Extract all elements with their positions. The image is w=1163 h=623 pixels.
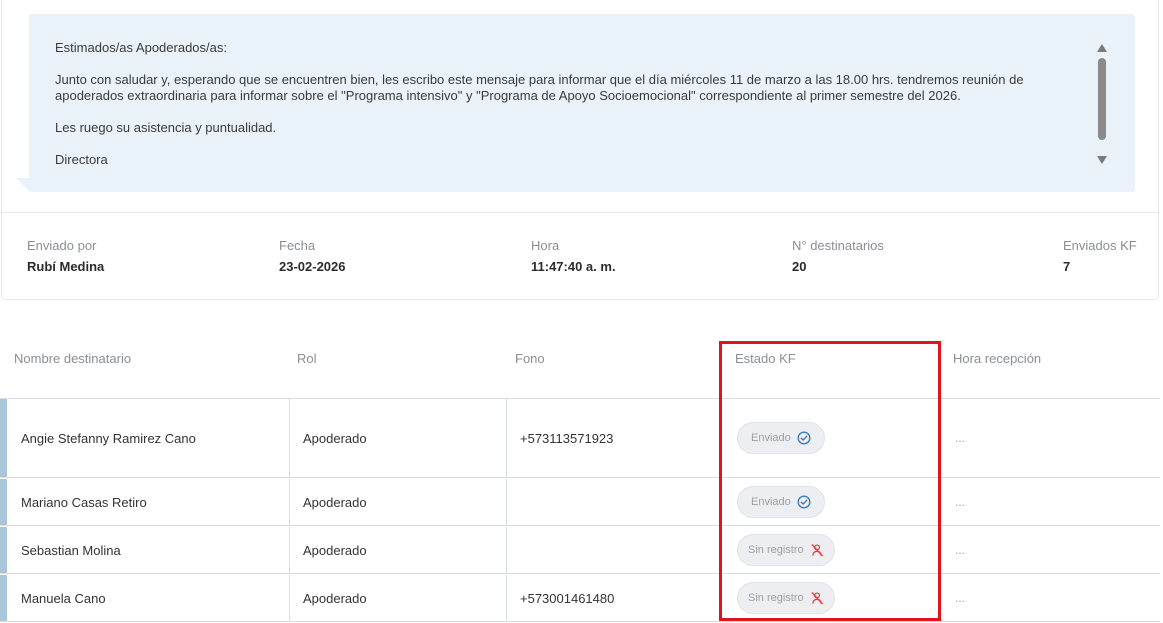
meta-time: Hora 11:47:40 a. m.	[531, 238, 616, 275]
status-cell: Enviado	[737, 399, 825, 477]
meta-recipients: N° destinatarios 20	[792, 238, 884, 275]
status-cell: Sin registro	[737, 527, 835, 573]
check-circle-icon	[797, 431, 811, 445]
column-divider	[289, 399, 290, 477]
meta-label: Fecha	[279, 238, 316, 253]
scroll-up-icon[interactable]	[1097, 44, 1107, 52]
received-time: ...	[955, 495, 966, 509]
header-status[interactable]: Estado KF	[735, 351, 796, 366]
status-cell: Enviado	[737, 479, 825, 525]
message-greeting: Estimados/as Apoderados/as:	[55, 40, 227, 55]
header-role[interactable]: Rol	[297, 351, 317, 366]
message-signature: Directora	[55, 152, 108, 167]
meta-label: N° destinatarios	[792, 238, 884, 253]
meta-sent-by: Enviado por Rubí Medina	[27, 238, 104, 275]
received-time: ...	[955, 543, 966, 557]
column-divider	[506, 575, 507, 621]
no-user-icon	[811, 544, 823, 557]
table-row[interactable]: Mariano Casas Retiro Apoderado Enviado .…	[0, 479, 1160, 526]
recipient-role: Apoderado	[303, 494, 367, 510]
column-divider	[506, 399, 507, 477]
meta-value: 23-02-2026	[279, 259, 346, 274]
received-time: ...	[955, 591, 966, 605]
column-divider	[506, 479, 507, 525]
header-phone[interactable]: Fono	[515, 351, 545, 366]
meta-label: Hora	[531, 238, 560, 253]
message-request: Les ruego su asistencia y puntualidad.	[55, 120, 277, 135]
status-cell: Sin registro	[737, 575, 835, 621]
column-divider	[289, 479, 290, 525]
recipient-phone: +573001461480	[520, 590, 615, 606]
no-user-icon	[811, 592, 823, 605]
recipient-name: Sebastian Molina	[21, 542, 121, 558]
recipient-phone: +573113571923	[520, 430, 614, 446]
bubble-tail	[16, 178, 30, 192]
row-accent	[0, 479, 7, 525]
message-paragraph: Junto con saludar y, esperando que se en…	[55, 72, 1028, 103]
scroll-thumb[interactable]	[1098, 58, 1106, 140]
meta-label: Enviado por	[27, 238, 97, 253]
meta-value: 7	[1063, 259, 1071, 274]
status-label: Enviado	[751, 432, 791, 444]
message-body: Estimados/as Apoderados/as: Junto con sa…	[55, 40, 1085, 180]
table-row[interactable]: Manuela Cano Apoderado +573001461480 Sin…	[0, 575, 1160, 622]
status-badge: Enviado	[737, 486, 825, 518]
recipient-name: Manuela Cano	[21, 590, 106, 606]
header-name[interactable]: Nombre destinatario	[14, 351, 131, 366]
meta-value: Rubí Medina	[27, 259, 105, 274]
row-accent	[0, 575, 7, 621]
meta-value: 11:47:40 a. m.	[531, 259, 616, 274]
row-accent	[0, 527, 7, 573]
row-accent	[0, 399, 7, 477]
recipient-name: Mariano Casas Retiro	[21, 494, 147, 510]
recipient-role: Apoderado	[303, 590, 367, 606]
message-bubble: Estimados/as Apoderados/as: Junto con sa…	[29, 14, 1135, 192]
column-divider	[506, 527, 507, 573]
check-circle-icon	[797, 495, 811, 509]
status-label: Sin registro	[748, 592, 804, 604]
meta-value: 20	[792, 259, 807, 274]
table-row[interactable]: Angie Stefanny Ramirez Cano Apoderado +5…	[0, 399, 1160, 478]
meta-label: Enviados KF	[1063, 238, 1137, 253]
status-label: Sin registro	[748, 544, 804, 556]
table-row[interactable]: Sebastian Molina Apoderado Sin registro …	[0, 527, 1160, 574]
column-divider	[289, 575, 290, 621]
header-received[interactable]: Hora recepción	[953, 351, 1041, 366]
recipient-role: Apoderado	[303, 542, 367, 558]
status-badge: Enviado	[737, 422, 825, 454]
status-badge: Sin registro	[737, 534, 835, 566]
status-label: Enviado	[751, 496, 791, 508]
divider	[1, 212, 1159, 213]
column-divider	[289, 527, 290, 573]
recipient-role: Apoderado	[303, 430, 367, 446]
recipient-name: Angie Stefanny Ramirez Cano	[21, 430, 196, 446]
meta-date: Fecha 23-02-2026	[279, 238, 346, 275]
meta-sent-kf: Enviados KF 7	[1063, 238, 1137, 275]
status-badge: Sin registro	[737, 582, 835, 614]
scroll-down-icon[interactable]	[1097, 156, 1107, 164]
message-scrollbar[interactable]	[1095, 38, 1109, 168]
received-time: ...	[955, 431, 966, 445]
